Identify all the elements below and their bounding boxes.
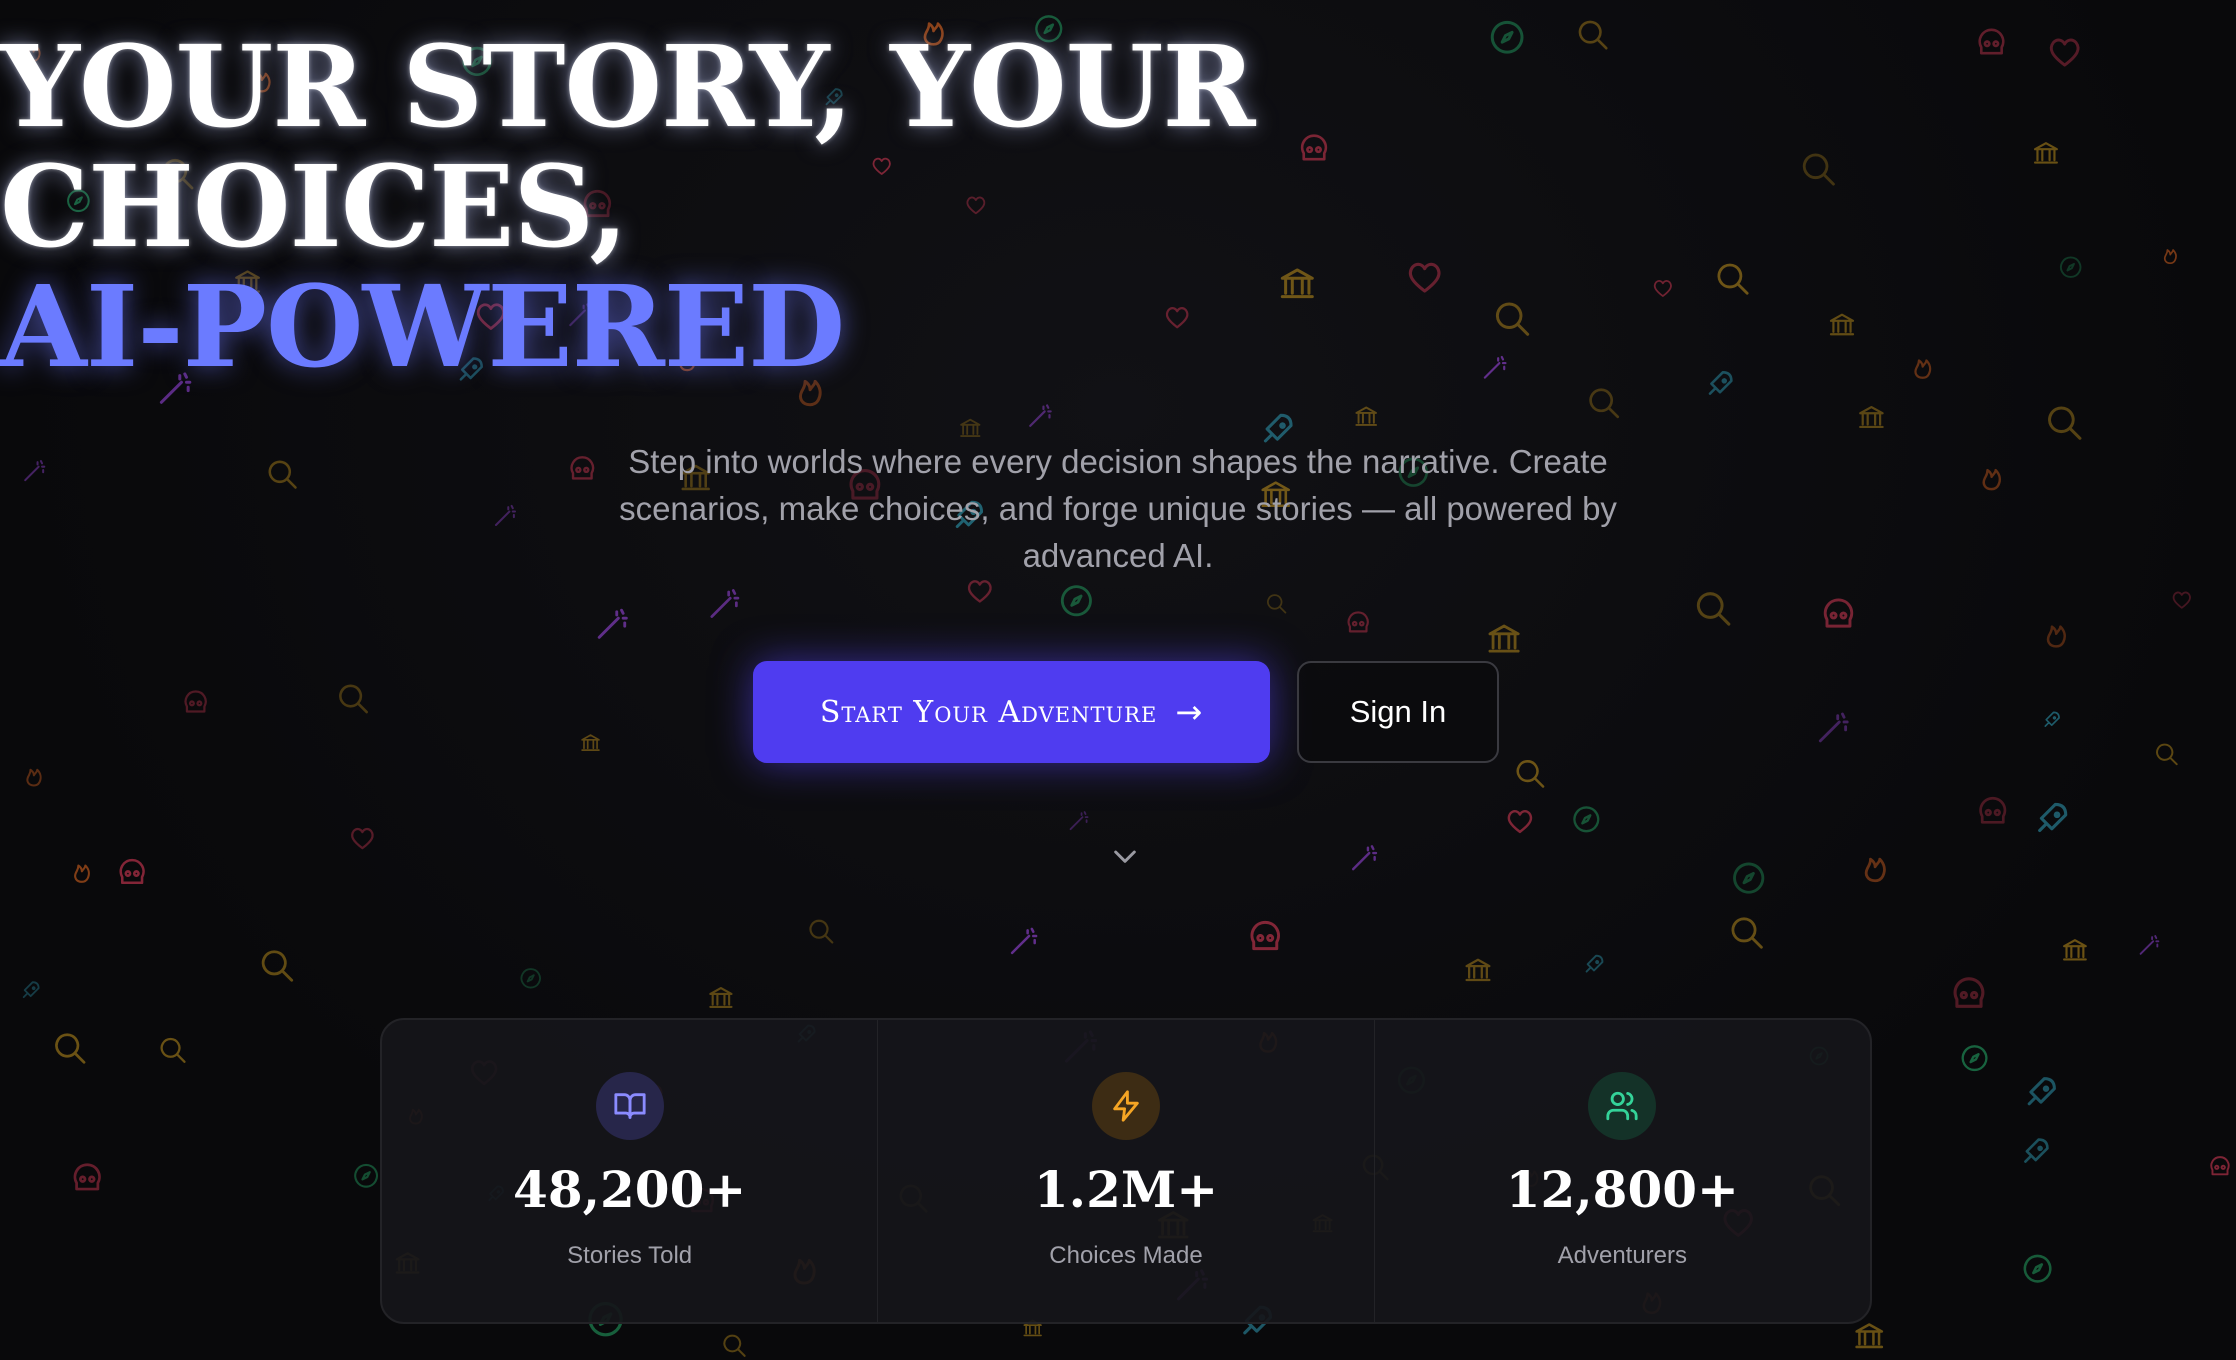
- skull-icon: [1979, 796, 2007, 824]
- rocket-icon: [22, 981, 40, 999]
- stat-label: Choices Made: [1049, 1242, 1203, 1269]
- rocket-icon: [2038, 802, 2068, 833]
- flame-icon: [1864, 857, 1886, 883]
- hero-headline: YOUR STORY, YOUR CHOICES, AI-POWERED: [0, 28, 2236, 388]
- search-icon: [1589, 388, 1620, 419]
- magic-wand-icon: [710, 589, 740, 618]
- chevron-down-icon[interactable]: [1109, 840, 1141, 872]
- compass-icon: [2023, 1254, 2052, 1283]
- magic-wand-icon: [1069, 811, 1089, 831]
- skull-icon: [73, 1163, 101, 1191]
- stats-panel: 48,200+ Stories Told 1.2M+ Choices Made: [380, 1018, 1872, 1324]
- stat-adventurers: 12,800+ Adventurers: [1373, 1020, 1870, 1322]
- heart-icon: [1507, 809, 1533, 834]
- rocket-icon: [2024, 1138, 2049, 1163]
- search-icon: [1267, 594, 1287, 614]
- stat-label: Stories Told: [567, 1242, 693, 1269]
- rocket-icon: [1585, 954, 1604, 973]
- book-open-icon: [595, 1072, 664, 1140]
- magic-wand-icon: [1351, 845, 1378, 871]
- flame-icon: [26, 768, 42, 787]
- compass-icon: [1060, 585, 1092, 617]
- compass-icon: [354, 1163, 379, 1188]
- rocket-icon: [2044, 711, 2060, 727]
- magic-wand-icon: [2139, 935, 2160, 955]
- compass-icon: [520, 968, 541, 989]
- start-adventure-label: Start Your Adventure: [819, 694, 1158, 730]
- headline-line-2: CHOICES,: [0, 142, 628, 273]
- temple-icon: [960, 418, 981, 437]
- start-adventure-button[interactable]: Start Your Adventure →: [753, 661, 1270, 763]
- skull-icon: [2210, 1156, 2230, 1176]
- magic-wand-icon: [597, 608, 628, 639]
- skull-icon: [1953, 977, 1985, 1008]
- search-icon: [723, 1334, 746, 1357]
- magic-wand-icon: [1818, 712, 1849, 743]
- compass-icon: [1573, 806, 1600, 833]
- temple-icon: [1465, 958, 1491, 982]
- search-icon: [809, 919, 834, 944]
- magic-wand-icon: [494, 504, 517, 526]
- temple-icon: [709, 987, 733, 1008]
- temple-icon: [1355, 406, 1378, 426]
- skull-icon: [119, 858, 145, 884]
- search-icon: [2048, 406, 2082, 440]
- skull-icon: [1347, 611, 1369, 633]
- stat-value: 48,200+: [513, 1160, 747, 1219]
- heart-icon: [2172, 591, 2191, 609]
- stat-label: Adventurers: [1557, 1242, 1688, 1269]
- skull-icon: [1823, 598, 1854, 628]
- magic-wand-icon: [1010, 927, 1038, 955]
- search-icon: [339, 684, 369, 714]
- compass-icon: [1733, 862, 1765, 894]
- temple-icon: [2063, 939, 2087, 961]
- magic-wand-icon: [1029, 404, 1052, 427]
- sign-in-button[interactable]: Sign In: [1297, 661, 1499, 763]
- temple-icon: [1859, 405, 1884, 429]
- arrow-right-icon: →: [1175, 693, 1204, 731]
- temple-icon: [581, 734, 600, 751]
- stat-value: 12,800+: [1505, 1160, 1739, 1219]
- hero-subtitle: Step into worlds where every decision sh…: [619, 443, 1617, 574]
- stat-value: 1.2M+: [1033, 1160, 1219, 1219]
- landing-page: YOUR STORY, YOUR CHOICES, AI-POWERED Ste…: [0, 0, 2236, 1360]
- search-icon: [1731, 917, 1763, 949]
- skull-icon: [1250, 920, 1280, 951]
- headline-accent: AI-POWERED: [0, 262, 845, 393]
- compass-icon: [1961, 1045, 1988, 1072]
- search-icon: [55, 1033, 86, 1064]
- heart-icon: [351, 827, 374, 850]
- flame-icon: [2046, 625, 2066, 648]
- search-icon: [268, 460, 297, 489]
- stat-stories-told: 48,200+ Stories Told: [382, 1020, 877, 1322]
- heart-icon: [967, 580, 992, 603]
- skull-icon: [184, 690, 207, 713]
- skull-icon: [570, 456, 595, 480]
- temple-icon: [1488, 624, 1520, 653]
- flame-icon: [74, 864, 90, 883]
- search-icon: [261, 950, 294, 982]
- rocket-icon: [2027, 1077, 2056, 1106]
- search-icon: [2156, 743, 2178, 766]
- stat-choices-made: 1.2M+ Choices Made: [877, 1020, 1373, 1322]
- magic-wand-icon: [24, 460, 46, 482]
- search-icon: [1696, 592, 1731, 626]
- flame-icon: [1982, 468, 2001, 491]
- headline-line-1: YOUR STORY, YOUR: [0, 22, 1255, 153]
- temple-icon: [1855, 1323, 1884, 1349]
- lightning-icon: [1091, 1072, 1160, 1140]
- search-icon: [1516, 760, 1545, 788]
- search-icon: [160, 1037, 186, 1063]
- users-icon: [1588, 1072, 1657, 1140]
